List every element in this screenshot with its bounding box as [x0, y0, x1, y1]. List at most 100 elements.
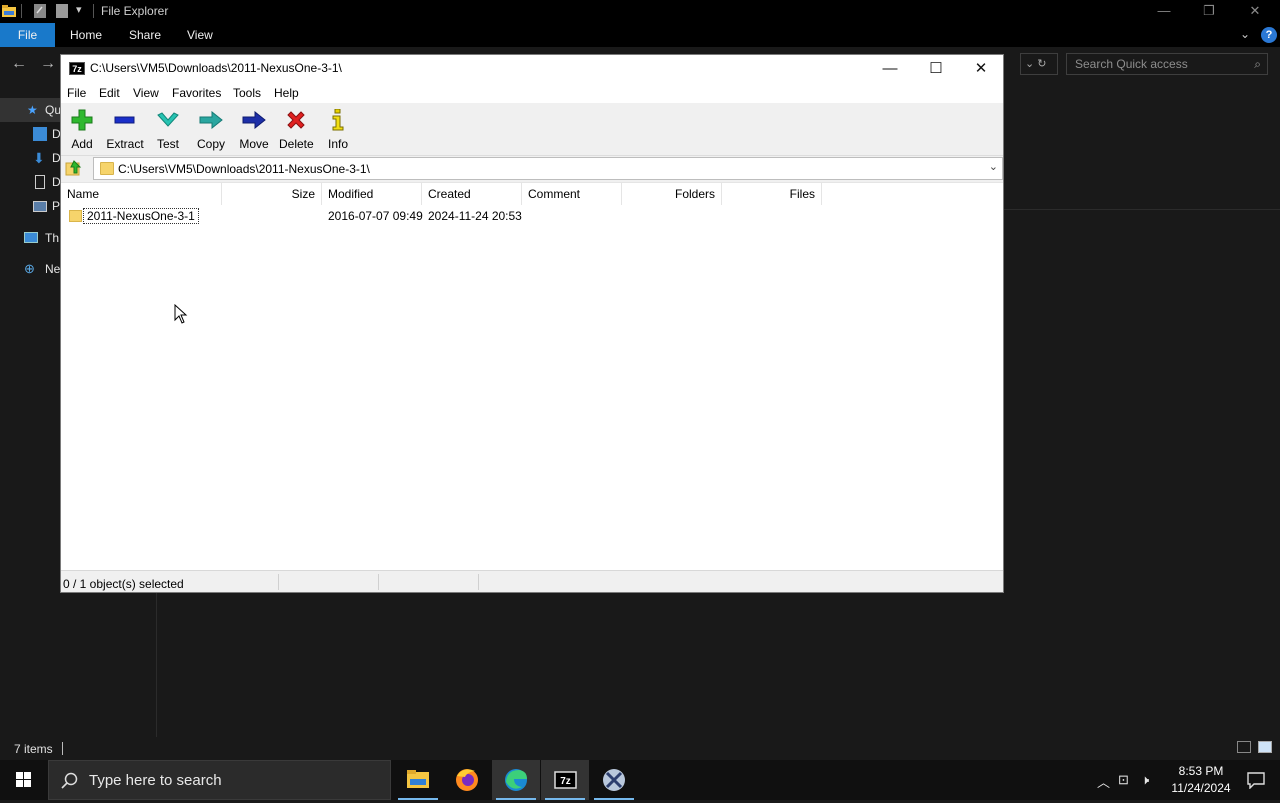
menu-tools[interactable]: Tools — [233, 86, 261, 100]
column-header-size[interactable]: Size — [222, 183, 322, 205]
close-icon[interactable]: ✕ — [1245, 2, 1265, 20]
window-title: C:\Users\VM5\Downloads\2011-NexusOne-3-1… — [90, 61, 342, 75]
info-button[interactable]: Info — [325, 107, 351, 153]
menu-help[interactable]: Help — [274, 86, 299, 100]
folder-icon — [69, 210, 82, 222]
row-created: 2024-11-24 20:53 — [428, 209, 522, 223]
network-icon[interactable]: ⊡ — [1118, 772, 1129, 788]
firefox-icon — [456, 769, 478, 791]
column-header-modified[interactable]: Modified — [322, 183, 422, 205]
menu-edit[interactable]: Edit — [99, 86, 120, 100]
column-header-folders[interactable]: Folders — [622, 183, 722, 205]
menu-favorites[interactable]: Favorites — [172, 86, 221, 100]
maximize-icon[interactable]: ☐ — [913, 55, 959, 82]
tab-home[interactable]: Home — [70, 23, 102, 47]
new-folder-icon[interactable] — [56, 4, 68, 18]
volume-muted-icon[interactable]: 🕨 — [1141, 772, 1149, 788]
toolbar-label: Info — [327, 137, 348, 151]
toolbar-label: Delete — [279, 137, 314, 151]
test-button[interactable]: Test — [155, 107, 181, 153]
plus-icon — [71, 109, 93, 131]
path-input[interactable]: C:\Users\VM5\Downloads\2011-NexusOne-3-1… — [93, 157, 1003, 180]
7zip-icon: 7z — [554, 771, 577, 789]
taskbar-firefox[interactable] — [443, 760, 491, 800]
status-part — [379, 574, 479, 590]
taskbar-edge[interactable] — [492, 760, 540, 800]
nav-label: Th — [45, 231, 60, 245]
up-folder-icon[interactable] — [65, 159, 83, 177]
check-icon — [157, 112, 179, 127]
restore-icon[interactable]: ❐ — [1199, 2, 1219, 20]
back-arrow-icon[interactable]: ← — [11, 55, 27, 73]
menu-file[interactable]: File — [67, 86, 86, 100]
explorer-status-bar: 7 items — [0, 737, 1280, 760]
toolbar-label: Add — [71, 137, 93, 151]
taskbar-7zip[interactable]: 7z — [541, 760, 589, 800]
windows-start-icon[interactable] — [0, 760, 48, 800]
column-header-comment[interactable]: Comment — [522, 183, 622, 205]
row-name[interactable]: 2011-NexusOne-3-1 — [83, 208, 199, 224]
edge-icon — [505, 769, 527, 791]
svg-text:7z: 7z — [560, 776, 571, 787]
search-placeholder: Search Quick access — [1075, 57, 1188, 71]
column-header-files[interactable]: Files — [722, 183, 822, 205]
file-list[interactable]: Name Size Modified Created Comment Folde… — [61, 182, 1003, 570]
clock-time[interactable]: 8:53 PM — [1170, 764, 1232, 778]
tab-share[interactable]: Share — [129, 23, 161, 47]
copy-arrow-icon — [199, 111, 223, 129]
large-icons-view-icon[interactable] — [1258, 741, 1272, 753]
minimize-icon[interactable]: — — [1154, 2, 1174, 20]
chevron-down-icon[interactable]: ⌄ — [989, 160, 998, 173]
notification-icon[interactable] — [1247, 771, 1265, 789]
search-placeholder: Type here to search — [89, 772, 222, 789]
nav-label: Ne — [45, 262, 61, 276]
tab-view[interactable]: View — [187, 23, 213, 47]
explorer-titlebar: ▾ File Explorer — ❐ ✕ — [0, 0, 1280, 23]
help-icon[interactable]: ? — [1261, 27, 1277, 43]
move-arrow-icon — [242, 111, 266, 129]
chevron-up-icon[interactable]: ︿ — [1097, 772, 1110, 791]
ribbon: File Home Share View ⌄ ? — [0, 23, 1280, 47]
expand-ribbon-icon[interactable]: ⌄ — [1240, 27, 1250, 41]
status-part — [279, 574, 379, 590]
taskbar-file-explorer[interactable] — [394, 760, 442, 800]
divider — [62, 742, 63, 755]
explorer-search-input[interactable]: Search Quick access ⌕ — [1066, 53, 1268, 75]
add-button[interactable]: Add — [67, 107, 97, 153]
status-bar: 0 / 1 object(s) selected — [61, 570, 1003, 592]
details-view-icon[interactable] — [1237, 741, 1251, 753]
toolbar-label: Move — [239, 137, 269, 151]
copy-button[interactable]: Copy — [195, 107, 227, 153]
window-title: File Explorer — [101, 4, 169, 18]
column-header-created[interactable]: Created — [422, 183, 522, 205]
star-icon: ★ — [27, 103, 38, 117]
customize-quick-access-icon[interactable]: ▾ — [76, 3, 82, 17]
network-icon: ⊕ — [24, 261, 35, 276]
menu-bar: File Edit View Favorites Tools Help — [61, 82, 1003, 103]
taskbar-tool[interactable] — [590, 760, 638, 800]
info-icon — [332, 109, 344, 131]
extract-button[interactable]: Extract — [105, 107, 145, 153]
path-text: C:\Users\VM5\Downloads\2011-NexusOne-3-1… — [118, 162, 370, 176]
column-header-name[interactable]: Name — [61, 183, 222, 205]
move-button[interactable]: Move — [237, 107, 271, 153]
divider — [93, 4, 94, 18]
content-section-divider — [1004, 95, 1280, 210]
close-icon[interactable]: ✕ — [958, 55, 1004, 82]
mouse-cursor-icon — [174, 304, 188, 324]
toolbar-label: Copy — [196, 137, 225, 151]
minimize-icon[interactable]: — — [867, 55, 913, 82]
clock-date[interactable]: 11/24/2024 — [1164, 781, 1238, 795]
7zip-logo-icon: 7z — [69, 62, 85, 75]
pictures-icon — [33, 201, 47, 212]
delete-button[interactable]: Delete — [279, 107, 314, 153]
taskbar-search-box[interactable]: Type here to search — [48, 760, 391, 800]
properties-icon[interactable] — [34, 4, 46, 18]
address-refresh-area[interactable]: ⌄ ↻ — [1020, 53, 1058, 75]
table-row[interactable]: 2011-NexusOne-3-1 2016-07-07 09:49 2024-… — [61, 207, 1003, 225]
menu-view[interactable]: View — [133, 86, 159, 100]
tab-file[interactable]: File — [0, 23, 55, 47]
minus-icon — [114, 116, 135, 124]
nav-label: Qu — [45, 103, 62, 117]
forward-arrow-icon[interactable]: → — [40, 55, 56, 73]
